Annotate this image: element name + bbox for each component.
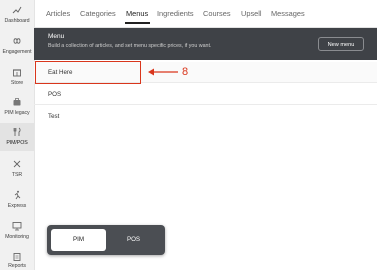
sidebar-item-pim-pos[interactable]: PIM/POS [0,123,34,151]
banner-title: Menu [48,33,65,40]
sidebar-item-tsr[interactable]: TSR [0,159,34,185]
running-person-icon [14,190,21,200]
annotation-arrow-icon [148,68,178,76]
pim-pos-toggle: PIM POS [47,225,165,255]
sidebar-item-dashboard[interactable]: Dashboard [0,5,34,31]
sidebar-item-express[interactable]: Express [0,190,34,216]
sidebar-item-reports[interactable]: Reports [0,252,34,270]
menu-row-pos[interactable]: POS [34,84,377,105]
sidebar-item-label: PIM legacy [4,110,30,116]
sidebar-item-label: Engagement [2,49,32,55]
menu-row-test[interactable]: Test [34,106,377,127]
new-menu-button[interactable]: New menu [318,37,364,51]
sidebar-item-monitoring[interactable]: Monitoring [0,221,34,247]
sidebar-item-label: Monitoring [5,234,29,240]
menu-row-label: Test [48,113,60,120]
annotation-highlight-box [35,61,141,84]
sidebar: Dashboard Engagement Store PIM legacy PI… [0,0,35,270]
toggle-option-pim[interactable]: PIM [51,229,106,251]
sidebar-item-engagement[interactable]: Engagement [0,36,34,62]
tab-messages[interactable]: Messages [271,9,305,18]
fork-knife-icon [13,127,21,136]
sidebar-item-label: Reports [8,263,26,269]
trend-line-icon [12,6,22,14]
sidebar-item-label: Store [10,80,24,86]
sidebar-item-pim-legacy[interactable]: PIM legacy [0,97,34,123]
menu-header-banner: Menu Build a collection of articles, and… [34,28,377,60]
banner-description: Build a collection of articles, and set … [48,43,212,49]
store-icon [13,69,21,77]
tab-categories[interactable]: Categories [80,9,116,18]
sidebar-item-label: PIM/POS [6,140,28,146]
sidebar-item-label: TSR [11,172,23,178]
sidebar-item-label: Express [7,203,27,209]
utensils-cross-icon [13,160,21,168]
menu-row-label: POS [48,91,62,98]
toggle-option-pos[interactable]: POS [106,229,161,251]
monitor-icon [12,222,22,231]
report-icon [13,253,21,261]
infinity-icon [13,38,21,44]
tab-upsell[interactable]: Upsell [241,9,262,18]
sidebar-item-label: Dashboard [4,18,30,24]
sidebar-item-store[interactable]: Store [0,67,34,93]
tab-ingredients[interactable]: Ingredients [157,9,194,18]
tab-courses[interactable]: Courses [203,9,231,18]
tab-articles[interactable]: Articles [46,9,70,18]
annotation-number: 8 [182,66,189,78]
active-tab-indicator [125,22,150,24]
tab-menus[interactable]: Menus [126,9,148,18]
briefcase-icon [13,98,21,106]
